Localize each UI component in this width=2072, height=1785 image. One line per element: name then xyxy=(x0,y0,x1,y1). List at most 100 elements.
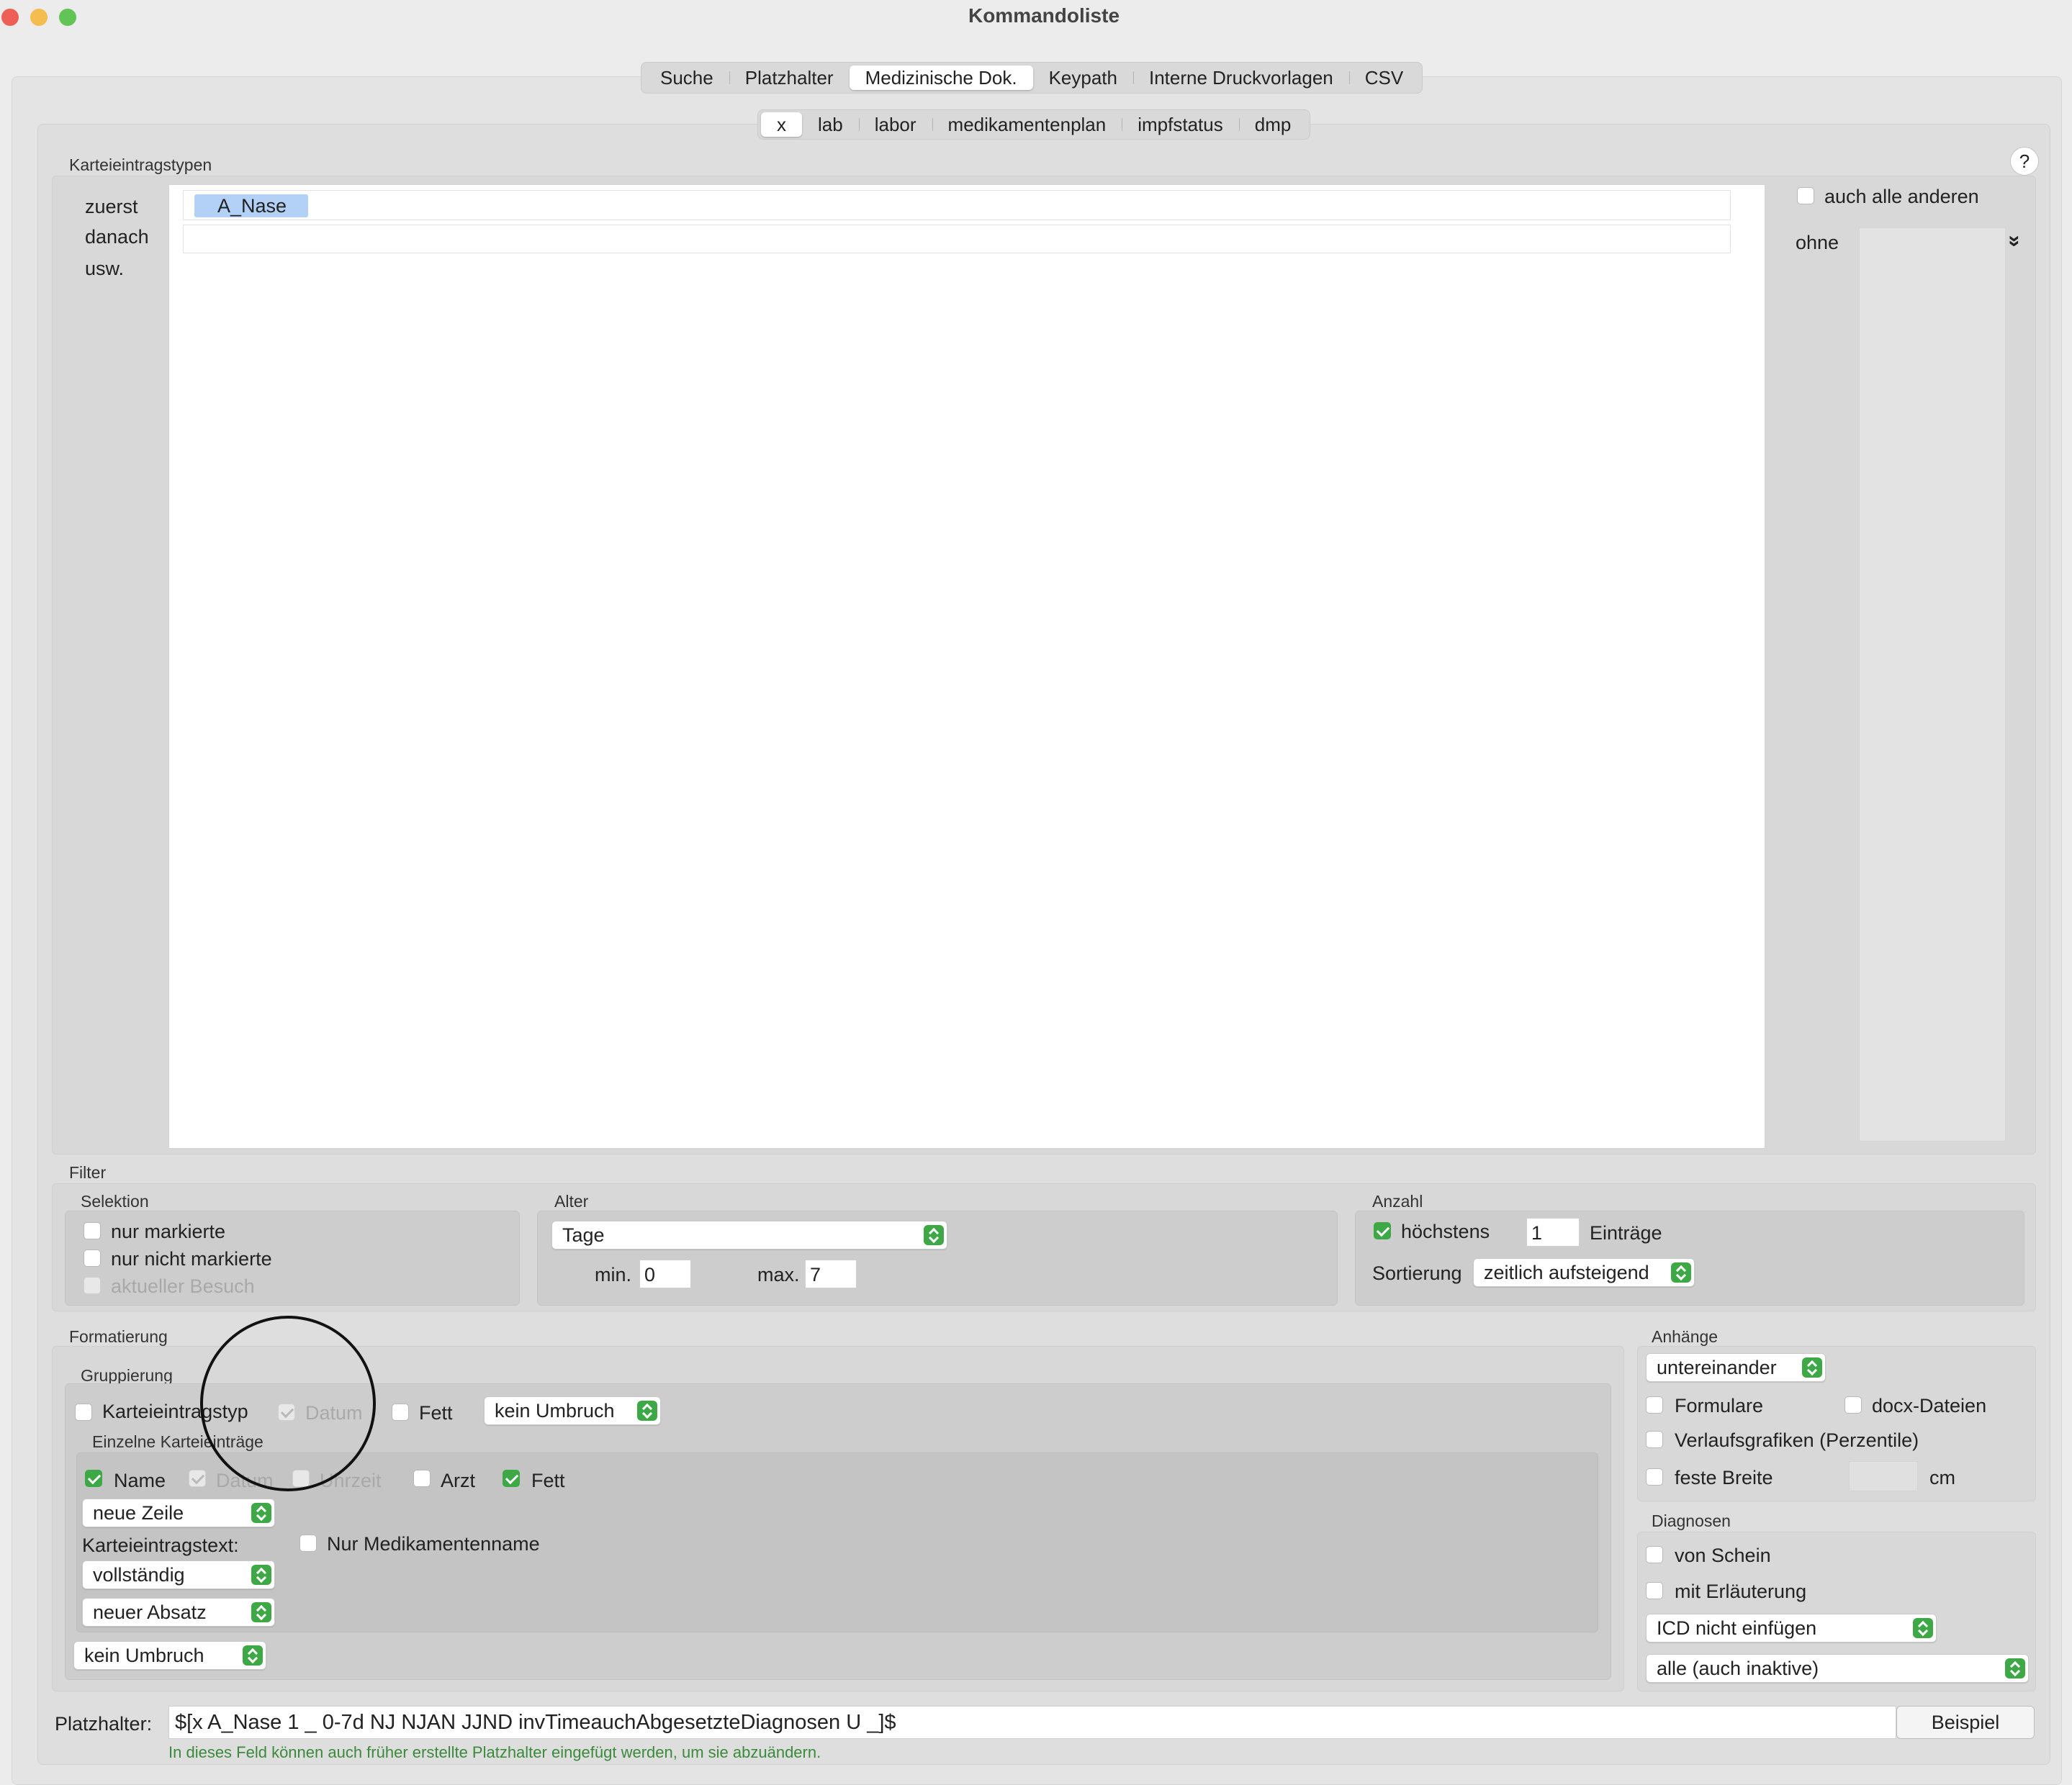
min-value: 0 xyxy=(644,1264,656,1285)
hoechstens-label: höchstens xyxy=(1401,1221,1490,1242)
sortierung-value: zeitlich aufsteigend xyxy=(1484,1262,1649,1283)
einzelne-datum-checkbox[interactable] xyxy=(189,1470,206,1487)
subtab-x[interactable]: x xyxy=(761,112,802,137)
max-label: max. xyxy=(757,1264,800,1285)
min-label: min. xyxy=(595,1264,632,1285)
verlaufsgrafiken-checkbox[interactable] xyxy=(1646,1431,1663,1448)
min-field[interactable]: 0 xyxy=(639,1260,691,1288)
anhaenge-label: Anhänge xyxy=(1652,1327,1719,1346)
max-value: 7 xyxy=(810,1264,821,1285)
karteieintragstext-label: Karteieintragstext: xyxy=(82,1535,239,1556)
anhaenge-layout-select[interactable]: untereinander xyxy=(1646,1353,1826,1382)
verlaufsgrafiken-label: Verlaufsgrafiken (Perzentile) xyxy=(1675,1429,1919,1451)
nur-nicht-markierte-checkbox[interactable] xyxy=(84,1250,101,1267)
stepper-icon xyxy=(251,1602,271,1622)
uhrzeit-checkbox[interactable] xyxy=(292,1470,310,1487)
von-schein-checkbox[interactable] xyxy=(1646,1546,1663,1563)
chevron-down-icon[interactable]: » xyxy=(2002,235,2027,248)
ohne-list[interactable] xyxy=(1859,227,2006,1142)
type-row-first[interactable] xyxy=(183,190,1731,220)
anhaenge-layout-value: untereinander xyxy=(1657,1357,1777,1378)
formulare-label: Formulare xyxy=(1675,1395,1764,1416)
alter-unit-value: Tage xyxy=(562,1224,605,1246)
platzhalter-hint: In dieses Feld können auch früher erstel… xyxy=(168,1743,821,1761)
mit-erlaeuterung-checkbox[interactable] xyxy=(1646,1582,1663,1599)
platzhalter-input[interactable]: $[x A_Nase 1 _ 0-7d NJ NJAN JJND invTime… xyxy=(168,1706,1896,1739)
tab-medizinische-dok[interactable]: Medizinische Dok. xyxy=(849,65,1033,90)
absatz-value: neuer Absatz xyxy=(93,1601,207,1623)
help-button[interactable]: ? xyxy=(2010,147,2039,176)
hoechstens-count-value: 1 xyxy=(1531,1222,1543,1244)
tab-csv[interactable]: CSV xyxy=(1348,65,1419,90)
diagnosen-alle-select[interactable]: alle (auch inaktive) xyxy=(1646,1654,2029,1683)
nur-medikamentenname-label: Nur Medikamentenname xyxy=(327,1533,540,1555)
subtab-medikamentenplan[interactable]: medikamentenplan xyxy=(932,112,1122,137)
karteieintragstyp-checkbox[interactable] xyxy=(75,1404,92,1421)
arzt-checkbox[interactable] xyxy=(413,1470,431,1487)
aktueller-besuch-checkbox[interactable] xyxy=(84,1277,101,1294)
sub-tab-bar: x lab labor medikamentenplan impfstatus … xyxy=(757,109,1311,140)
hoechstens-checkbox[interactable] xyxy=(1374,1222,1391,1239)
max-field[interactable]: 7 xyxy=(805,1260,857,1288)
stepper-icon xyxy=(1802,1357,1822,1378)
gruppierung-umbruch-select[interactable]: kein Umbruch xyxy=(484,1396,661,1425)
auch-alle-anderen-checkbox[interactable] xyxy=(1797,187,1814,204)
bottom-umbruch-select[interactable]: kein Umbruch xyxy=(73,1641,266,1670)
nur-markierte-label: nur markierte xyxy=(111,1221,226,1242)
name-checkbox[interactable] xyxy=(85,1470,102,1487)
mit-erlaeuterung-label: mit Erläuterung xyxy=(1675,1581,1807,1602)
stepper-icon xyxy=(1671,1262,1691,1283)
sortierung-select[interactable]: zeitlich aufsteigend xyxy=(1473,1258,1695,1287)
gruppierung-datum-label: Datum xyxy=(305,1402,363,1424)
anzahl-label: Anzahl xyxy=(1372,1192,1423,1211)
type-row-second[interactable] xyxy=(183,225,1731,253)
auch-alle-anderen-label: auch alle anderen xyxy=(1824,186,1979,207)
stepper-icon xyxy=(2005,1658,2025,1678)
stepper-icon xyxy=(1913,1618,1933,1638)
name-label: Name xyxy=(114,1470,166,1491)
platzhalter-label: Platzhalter: xyxy=(55,1713,153,1735)
feste-breite-field[interactable] xyxy=(1849,1461,1918,1491)
absatz-select[interactable]: neuer Absatz xyxy=(82,1598,275,1627)
arzt-label: Arzt xyxy=(441,1470,476,1491)
zeile-select[interactable]: neue Zeile xyxy=(82,1499,275,1527)
aktueller-besuch-label: aktueller Besuch xyxy=(111,1275,255,1297)
einzelne-karteieintraege-label: Einzelne Karteieinträge xyxy=(92,1432,263,1451)
stepper-icon xyxy=(251,1503,271,1523)
diagnosen-alle-value: alle (auch inaktive) xyxy=(1657,1658,1819,1679)
type-token-label: A_Nase xyxy=(217,195,287,217)
docx-checkbox[interactable] xyxy=(1844,1396,1862,1414)
row-label-usw: usw. xyxy=(85,258,125,279)
text-mode-select[interactable]: vollständig xyxy=(82,1560,275,1589)
karteieintragstypen-label: Karteieintragstypen xyxy=(69,155,212,174)
nur-markierte-checkbox[interactable] xyxy=(84,1222,101,1239)
gruppierung-datum-checkbox[interactable] xyxy=(278,1404,295,1421)
einzelne-fett-checkbox[interactable] xyxy=(503,1470,520,1487)
icd-select[interactable]: ICD nicht einfügen xyxy=(1646,1614,1937,1642)
tab-interne-druckvorlagen[interactable]: Interne Druckvorlagen xyxy=(1132,65,1349,90)
gruppierung-fett-checkbox[interactable] xyxy=(392,1404,409,1421)
docx-label: docx-Dateien xyxy=(1872,1395,1987,1416)
tab-keypath[interactable]: Keypath xyxy=(1033,65,1133,90)
stepper-icon xyxy=(637,1401,657,1421)
subtab-lab[interactable]: lab xyxy=(802,112,859,137)
bottom-umbruch-value: kein Umbruch xyxy=(84,1645,204,1666)
nur-medikamentenname-checkbox[interactable] xyxy=(299,1535,317,1552)
type-order-list xyxy=(168,184,1765,1149)
beispiel-button[interactable]: Beispiel xyxy=(1896,1706,2035,1739)
subtab-impfstatus[interactable]: impfstatus xyxy=(1122,112,1239,137)
subtab-labor[interactable]: labor xyxy=(858,112,932,137)
von-schein-label: von Schein xyxy=(1675,1545,1771,1566)
karteieintragstyp-label: Karteieintragstyp xyxy=(102,1401,248,1422)
cm-label: cm xyxy=(1929,1467,1955,1488)
tab-suche[interactable]: Suche xyxy=(644,65,729,90)
type-token-a-nase[interactable]: A_Nase xyxy=(194,194,308,217)
tab-platzhalter[interactable]: Platzhalter xyxy=(729,65,850,90)
alter-unit-select[interactable]: Tage xyxy=(551,1221,947,1250)
eintraege-label: Einträge xyxy=(1590,1222,1662,1244)
einzelne-fett-label: Fett xyxy=(531,1470,565,1491)
formulare-checkbox[interactable] xyxy=(1646,1396,1663,1414)
feste-breite-checkbox[interactable] xyxy=(1646,1468,1663,1486)
hoechstens-count-field[interactable]: 1 xyxy=(1526,1218,1580,1247)
subtab-dmp[interactable]: dmp xyxy=(1238,112,1307,137)
